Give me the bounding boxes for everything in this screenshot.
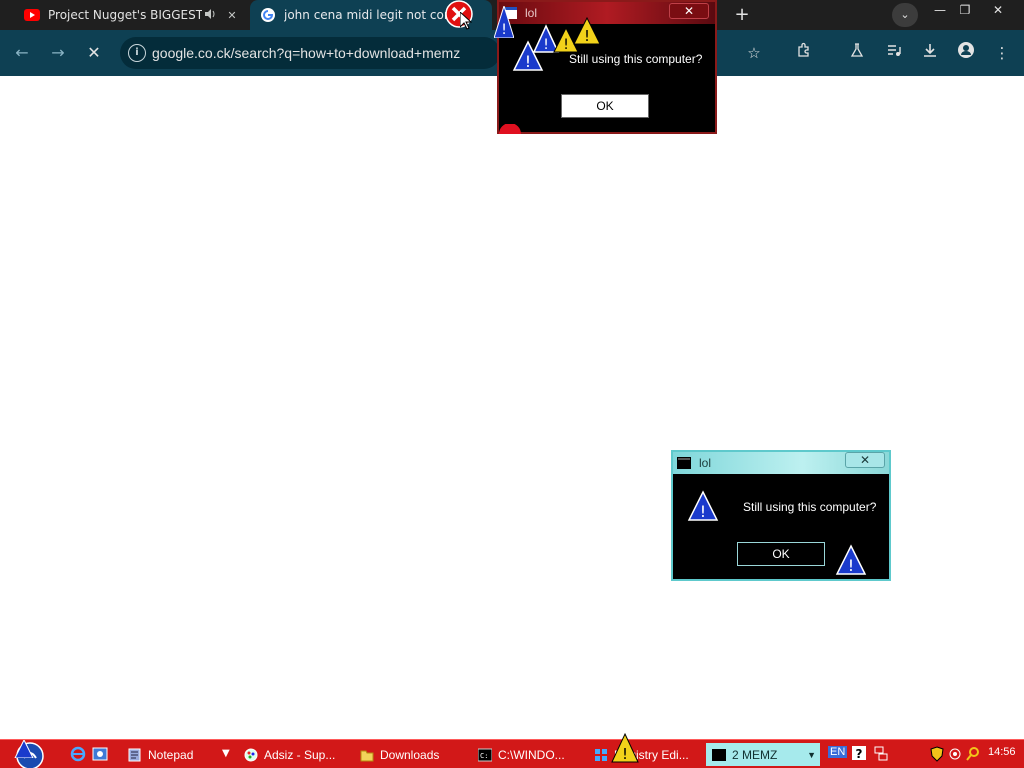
address-input[interactable] (152, 45, 492, 61)
svg-text:C:: C: (480, 752, 488, 760)
language-indicator[interactable]: EN (828, 746, 848, 758)
taskbar-item-label: C:\WINDO... (498, 747, 565, 762)
tab-close-icon[interactable]: ✕ (224, 9, 240, 22)
group-dropdown-icon[interactable]: ▼ (807, 750, 816, 760)
back-button[interactable]: ← (10, 41, 34, 65)
warning-icon: ! (494, 6, 514, 38)
lol-dialog-cyan: lol ✕ ! Still using this computer? OK ! (671, 450, 891, 581)
svg-text:!: ! (848, 556, 854, 575)
bookmark-star-icon[interactable]: ☆ (742, 42, 766, 64)
download-icon[interactable] (918, 42, 942, 64)
shield-icon[interactable] (930, 746, 944, 762)
restore-button[interactable]: ❐ (953, 0, 977, 20)
explorer-quicklaunch-icon[interactable] (92, 746, 108, 766)
site-info-icon[interactable]: i (128, 44, 146, 62)
google-icon (260, 7, 276, 23)
warning-icon: ! (687, 490, 719, 521)
warning-icon (14, 740, 34, 758)
taskbar-item-memz[interactable]: 2 MEMZ ▼ (706, 743, 820, 766)
group-dropdown-icon[interactable]: ▼ (222, 748, 230, 759)
stop-button[interactable]: ✕ (82, 41, 106, 65)
speaker-icon[interactable] (202, 8, 218, 23)
tab-title: Project Nugget's BIGGEST U (48, 8, 202, 22)
svg-text:!: ! (700, 502, 706, 521)
taskbar-item-cmd[interactable]: C: C:\WINDO... (478, 743, 582, 766)
dialog-title: lol (699, 456, 712, 470)
dialog-title: lol (525, 6, 538, 20)
window-close-button[interactable]: ✕ (986, 0, 1010, 20)
paint-icon (244, 748, 258, 761)
folder-icon (360, 750, 374, 761)
profile-icon[interactable] (954, 42, 978, 64)
mouse-cursor-icon (460, 12, 472, 30)
svg-text:!: ! (563, 37, 569, 53)
dialog-close-button[interactable]: ✕ (845, 452, 885, 468)
svg-text:!: ! (501, 22, 507, 38)
warning-icon: ! (611, 732, 639, 763)
taskbar-item-label: Adsiz - Sup... (264, 747, 336, 762)
taskbar-item-label: Downloads (380, 747, 440, 762)
taskbar-item-downloads[interactable]: Downloads (360, 743, 468, 766)
taskbar: Notepad ▼ Adsiz - Sup... Downloads C: C:… (0, 732, 1024, 768)
tab-youtube[interactable]: Project Nugget's BIGGEST U ✕ (14, 0, 246, 30)
dialog-body: ! Still using this computer? OK ! (673, 474, 889, 579)
error-icon (499, 124, 521, 134)
youtube-icon (24, 7, 40, 23)
tab-search-button[interactable]: ⌄ (892, 3, 918, 27)
menu-kebab-icon[interactable]: ⋮ (990, 42, 1014, 64)
minimize-button[interactable]: — (928, 0, 952, 20)
console-icon (712, 748, 726, 761)
svg-text:!: ! (525, 52, 531, 71)
ok-button[interactable]: OK (561, 94, 649, 118)
cmd-icon: C: (478, 748, 492, 761)
screen: Project Nugget's BIGGEST U ✕ john cena m… (0, 0, 1024, 768)
console-window-icon (677, 457, 691, 469)
svg-text:!: ! (584, 27, 590, 45)
labs-flask-icon[interactable] (845, 42, 869, 64)
system-tray: EN ? 14:56 (826, 740, 1024, 768)
help-icon[interactable]: ? (852, 746, 866, 762)
volume-icon[interactable] (948, 746, 962, 762)
taskbar-item-label: 2 MEMZ (732, 747, 778, 762)
taskbar-item-notepad[interactable]: Notepad (128, 743, 226, 766)
new-tab-button[interactable]: + (732, 5, 752, 25)
dialog-close-button[interactable]: ✕ (669, 3, 709, 19)
ie-quicklaunch-icon[interactable] (70, 746, 86, 766)
network-icon[interactable] (874, 746, 888, 762)
svg-text:!: ! (543, 37, 549, 53)
svg-text:!: ! (622, 745, 628, 763)
warning-icon: ! (573, 16, 601, 45)
warning-icon: ! (835, 544, 867, 575)
taskbar-item-label: Notepad (148, 747, 194, 762)
taskbar-item-paint[interactable]: Adsiz - Sup... (244, 743, 350, 766)
dialog-message: Still using this computer? (569, 52, 703, 66)
media-control-icon[interactable] (882, 42, 906, 64)
search-icon[interactable] (966, 746, 980, 762)
notepad-icon (128, 748, 141, 761)
address-bar[interactable]: i (120, 37, 500, 69)
ok-button[interactable]: OK (737, 542, 825, 566)
dialog-message: Still using this computer? (743, 500, 877, 514)
clock[interactable]: 14:56 (988, 746, 1016, 758)
extensions-icon[interactable] (792, 42, 816, 64)
regedit-icon (595, 748, 607, 761)
svg-text:?: ? (856, 747, 863, 761)
forward-button[interactable]: → (46, 41, 70, 65)
